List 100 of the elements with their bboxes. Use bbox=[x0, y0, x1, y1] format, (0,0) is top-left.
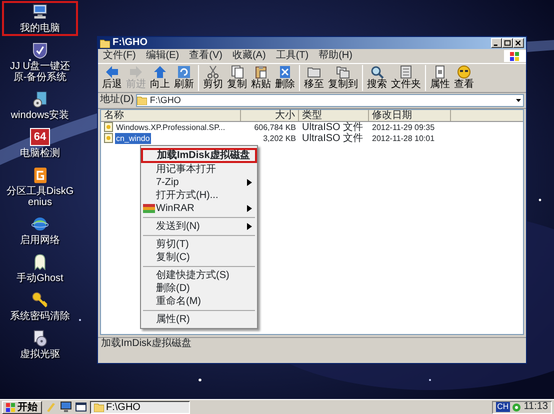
desktop-icon[interactable]: JJ U盘一键还原-备份系统 bbox=[2, 39, 78, 85]
up-arrow-icon bbox=[153, 65, 167, 79]
forward-arrow-icon bbox=[129, 65, 143, 79]
window-title: F:\GHO bbox=[112, 37, 148, 49]
refresh-icon bbox=[177, 65, 191, 79]
menu-item[interactable]: 删除(D) bbox=[141, 282, 257, 295]
back-arrow-icon bbox=[105, 65, 119, 79]
toolbar-button[interactable]: 属性 bbox=[428, 65, 452, 90]
close-button[interactable] bbox=[513, 38, 524, 48]
iso-file-icon bbox=[104, 122, 113, 132]
disc-icon bbox=[31, 329, 49, 347]
toolbar-button[interactable]: 复制到 bbox=[326, 65, 360, 90]
minimize-button[interactable] bbox=[491, 38, 502, 48]
scissors-icon bbox=[206, 65, 220, 79]
toolbar-button[interactable]: 搜索 bbox=[365, 65, 389, 90]
menu-item[interactable]: 收藏(A) bbox=[227, 49, 271, 62]
icon-label: 我的电脑 bbox=[19, 23, 61, 34]
winrar-icon bbox=[143, 204, 155, 213]
icon-label: JJ U盘一键还原-备份系统 bbox=[9, 61, 71, 83]
toolbar-button[interactable]: 剪切 bbox=[201, 65, 225, 90]
start-button[interactable]: 开始 bbox=[2, 400, 42, 414]
icon-label: 电脑检测 bbox=[19, 148, 61, 159]
desktop-icon[interactable]: windows安装 bbox=[2, 88, 78, 123]
menu-item[interactable]: 加载ImDisk虚拟磁盘 bbox=[141, 148, 257, 163]
delete-icon bbox=[278, 65, 292, 79]
taskbar-button[interactable]: F:\GHO bbox=[90, 400, 190, 414]
toolbar-button[interactable]: 粘贴 bbox=[249, 65, 273, 90]
column-header[interactable]: 名称 bbox=[101, 110, 241, 120]
globe-icon bbox=[31, 215, 49, 233]
toolbar-button[interactable]: 复制 bbox=[225, 65, 249, 90]
computer-icon bbox=[31, 3, 49, 21]
iso-file-icon bbox=[104, 133, 113, 143]
status-bar: 加载ImDisk虚拟磁盘 bbox=[98, 336, 526, 350]
file-type: UltraISO 文件 bbox=[301, 132, 364, 144]
file-size: 606,784 KB bbox=[253, 122, 297, 132]
shield-icon bbox=[31, 41, 49, 59]
menu-item[interactable]: 重命名(M) bbox=[141, 295, 257, 308]
toolbar-button[interactable]: 刷新 bbox=[172, 65, 196, 90]
view-icon bbox=[457, 65, 471, 79]
menu-item[interactable]: 7-Zip bbox=[141, 176, 257, 189]
desktop-icon[interactable]: 系统密码清除 bbox=[2, 289, 78, 324]
menu-item[interactable]: 创建快捷方式(S) bbox=[141, 269, 257, 282]
address-field[interactable]: F:\GHO bbox=[136, 94, 524, 106]
menu-item[interactable]: 帮助(H) bbox=[314, 49, 358, 62]
file-name[interactable]: Windows.XP.Professional.SP... bbox=[115, 122, 226, 132]
menu-item[interactable]: 发送到(N) bbox=[141, 220, 257, 233]
desktop-icon[interactable]: 手动Ghost bbox=[2, 251, 78, 286]
folder-icon bbox=[100, 38, 110, 48]
menu-item[interactable]: 复制(C) bbox=[141, 251, 257, 264]
icon-label: 启用网络 bbox=[19, 235, 61, 246]
move-folder-icon bbox=[307, 65, 321, 79]
toolbar-button[interactable]: 删除 bbox=[273, 65, 297, 90]
desktop-icon[interactable]: 分区工具DiskGenius bbox=[2, 164, 78, 210]
folder-icon bbox=[137, 96, 148, 104]
address-label: 地址(D) bbox=[100, 94, 134, 106]
window-icon[interactable] bbox=[74, 401, 86, 413]
search-icon bbox=[370, 65, 384, 79]
menu-item[interactable]: 用记事本打开 bbox=[141, 163, 257, 176]
desktop-icon[interactable]: 64 电脑检测 bbox=[2, 126, 78, 161]
folder-icon bbox=[94, 402, 104, 412]
maximize-button[interactable] bbox=[502, 38, 513, 48]
clock: 11:13 bbox=[524, 401, 548, 413]
desktop-icon[interactable]: 我的电脑 bbox=[2, 1, 78, 36]
file-name[interactable]: cn_windo bbox=[115, 132, 151, 144]
toolbar-button[interactable]: 移至 bbox=[302, 65, 326, 90]
tray-icon[interactable] bbox=[512, 402, 522, 412]
file-type: UltraISO 文件 bbox=[301, 122, 364, 132]
toolbar-button[interactable]: 向上 bbox=[148, 65, 172, 90]
icon-label: windows安装 bbox=[10, 110, 70, 121]
file-date: 2012-11-28 10:01 bbox=[371, 132, 436, 144]
toolbar-button[interactable]: 后退 bbox=[100, 65, 124, 90]
menu-item[interactable]: 文件(F) bbox=[98, 49, 141, 62]
toolbar-button[interactable]: 查看 bbox=[452, 65, 476, 90]
menu-item[interactable]: 属性(R) bbox=[141, 313, 257, 326]
monitor-icon[interactable] bbox=[60, 401, 72, 413]
menu-item[interactable]: 工具(T) bbox=[270, 49, 314, 62]
copy-folder-icon bbox=[336, 65, 350, 79]
icon-label: 虚拟光驱 bbox=[19, 349, 61, 360]
windows-logo-icon bbox=[6, 402, 15, 412]
badge-icon: 64 bbox=[30, 128, 50, 146]
menu-item[interactable]: 打开方式(H)... bbox=[141, 189, 257, 202]
properties-icon bbox=[433, 65, 447, 79]
icon-label: 手动Ghost bbox=[16, 273, 64, 284]
column-header[interactable]: 类型 bbox=[299, 110, 369, 120]
menu-item[interactable]: 剪切(T) bbox=[141, 238, 257, 251]
desktop-icon[interactable]: 虚拟光驱 bbox=[2, 327, 78, 362]
file-size: 3,202 KB bbox=[262, 132, 297, 144]
icon-label: 系统密码清除 bbox=[9, 311, 71, 322]
key-icon bbox=[31, 291, 49, 309]
menu-item[interactable]: 查看(V) bbox=[184, 49, 228, 62]
desktop-icon[interactable]: 启用网络 bbox=[2, 213, 78, 248]
toolbar-button[interactable]: 文件夹 bbox=[389, 65, 423, 90]
icon-label: 分区工具DiskGenius bbox=[5, 186, 75, 208]
column-header[interactable]: 大小 bbox=[241, 110, 299, 120]
column-header[interactable]: 修改日期 bbox=[369, 110, 451, 120]
copy-icon bbox=[230, 65, 244, 79]
menu-item[interactable]: 编辑(E) bbox=[140, 49, 184, 62]
language-indicator[interactable]: CH bbox=[496, 402, 510, 412]
menu-item[interactable]: WinRAR bbox=[141, 202, 257, 215]
clipboard-icon bbox=[254, 65, 268, 79]
